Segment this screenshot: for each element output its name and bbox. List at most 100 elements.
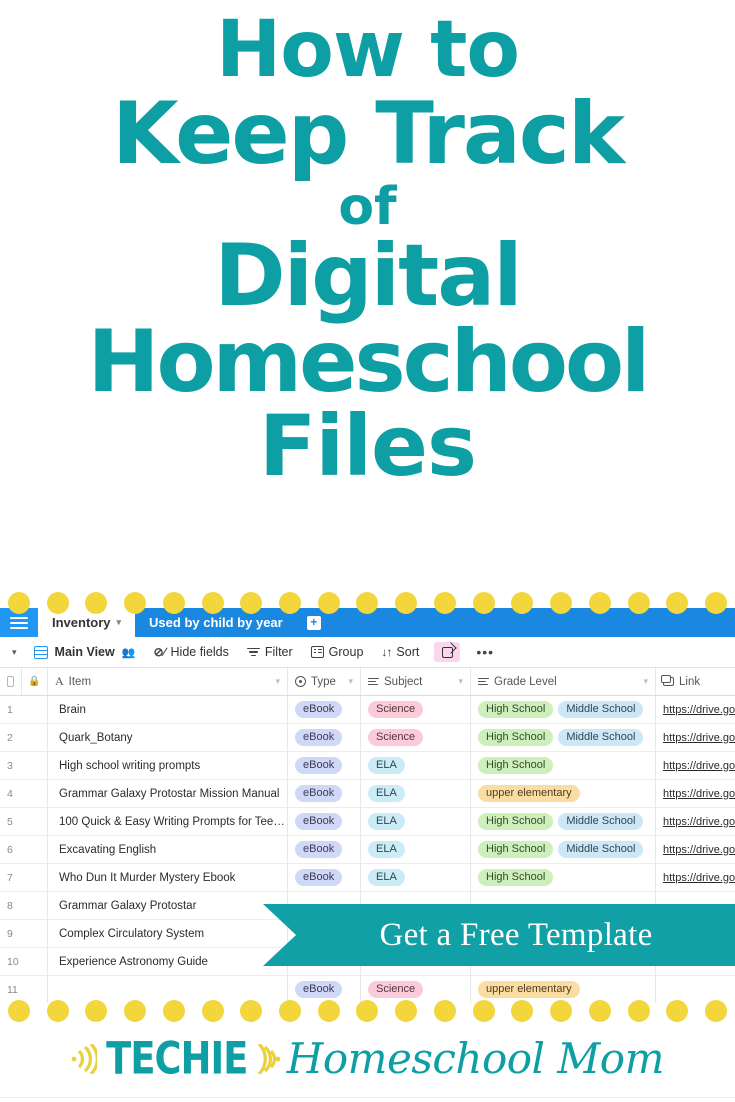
app-tab-bar: Inventory ▾ Used by child by year + [0, 608, 735, 637]
table-row[interactable]: 5 100 Quick & Easy Writing Prompts for Te… [0, 808, 735, 836]
status-badge: eBook [295, 701, 343, 718]
cell-subject[interactable]: ELA [361, 836, 471, 863]
cell-grade-level[interactable]: High School [471, 752, 656, 779]
cell-item[interactable]: Grammar Galaxy Protostar [48, 892, 288, 919]
column-header-link[interactable]: Link [656, 668, 735, 695]
cell-grade-level[interactable]: High School Middle School [471, 836, 656, 863]
drive-link[interactable]: https://drive.googl [663, 816, 735, 828]
cell-item[interactable]: Experience Astronomy Guide [48, 948, 288, 975]
table-row[interactable]: 11 eBook Science upper elementary [0, 976, 735, 1003]
share-view-button[interactable] [434, 642, 461, 662]
cell-subject[interactable]: Science [361, 724, 471, 751]
view-selector[interactable]: Main View 👥 [25, 645, 145, 659]
multi-select-icon [478, 676, 489, 687]
cell-subject[interactable]: ELA [361, 752, 471, 779]
status-badge: upper elementary [478, 785, 580, 802]
table-row[interactable]: 1 Brain eBook Science High School Middle Scho… [0, 696, 735, 724]
cell-link[interactable]: https://drive.googl [656, 752, 735, 779]
cell-link[interactable]: https://drive.googl [656, 696, 735, 723]
chevron-down-icon[interactable]: ▾ [458, 676, 463, 687]
cell-item[interactable]: Excavating English [48, 836, 288, 863]
status-badge: ELA [368, 757, 405, 774]
table-row[interactable]: 3 High school writing prompts eBook ELA High… [0, 752, 735, 780]
group-icon [310, 646, 324, 658]
cell-type[interactable]: eBook [288, 836, 361, 863]
cell-grade-level[interactable]: upper elementary [471, 976, 656, 1003]
cell-link[interactable]: https://drive.googl [656, 780, 735, 807]
chevron-down-icon[interactable]: ▾ [275, 676, 280, 687]
tab-inventory[interactable]: Inventory ▾ [38, 608, 136, 637]
table-row[interactable]: 4 Grammar Galaxy Protostar Mission Manual… [0, 780, 735, 808]
cell-subject[interactable]: Science [361, 976, 471, 1003]
cell-link[interactable] [656, 976, 735, 1003]
cell-item[interactable]: High school writing prompts [48, 752, 288, 779]
cell-type[interactable]: eBook [288, 808, 361, 835]
cell-subject[interactable]: ELA [361, 864, 471, 891]
row-number: 10 [0, 948, 48, 975]
drive-link[interactable]: https://drive.googl [663, 844, 735, 856]
cell-grade-level[interactable]: upper elementary [471, 780, 656, 807]
people-icon: 👥 [121, 646, 136, 659]
group-button[interactable]: Group [302, 645, 373, 659]
cell-item[interactable] [48, 976, 288, 1003]
table-row[interactable]: 7 Who Dun It Murder Mystery Ebook eBook ELA… [0, 864, 735, 892]
cell-subject[interactable]: Science [361, 696, 471, 723]
cell-type[interactable]: eBook [288, 724, 361, 751]
select-all-checkbox[interactable] [0, 668, 22, 695]
cell-grade-level[interactable]: High School [471, 864, 656, 891]
chevron-down-icon[interactable]: ▾ [348, 676, 353, 687]
hamburger-icon[interactable] [0, 608, 38, 637]
column-header-link-label: Link [679, 675, 701, 688]
cell-type[interactable]: eBook [288, 696, 361, 723]
hide-fields-button[interactable]: ⊘∕ Hide fields [144, 645, 237, 659]
cell-item[interactable]: 100 Quick & Easy Writing Prompts for Tee… [48, 808, 288, 835]
tab-used-by-child-by-year[interactable]: Used by child by year [135, 608, 297, 637]
drive-link[interactable]: https://drive.googl [663, 872, 735, 884]
sort-button[interactable]: ↓↑ Sort [372, 645, 428, 659]
cell-item[interactable]: Brain [48, 696, 288, 723]
cell-item[interactable]: Complex Circulatory System [48, 920, 288, 947]
sidebar-collapse-icon[interactable]: ▾ [10, 647, 25, 658]
column-header-subject[interactable]: Subject ▾ [361, 668, 471, 695]
cell-link[interactable]: https://drive.googl [656, 864, 735, 891]
sound-wave-left-icon [71, 1044, 98, 1074]
column-header-type[interactable]: Type ▾ [288, 668, 361, 695]
table-row[interactable]: 2 Quark_Botany eBook Science High School Midd… [0, 724, 735, 752]
cell-type[interactable]: eBook [288, 864, 361, 891]
cell-link[interactable]: https://drive.googl [656, 836, 735, 863]
cell-link[interactable]: https://drive.googl [656, 808, 735, 835]
column-header-grade-level[interactable]: Grade Level ▾ [471, 668, 656, 695]
more-options-button[interactable]: ••• [466, 644, 504, 660]
sort-icon: ↓↑ [381, 645, 392, 659]
status-badge: upper elementary [478, 981, 580, 998]
cell-item[interactable]: Quark_Botany [48, 724, 288, 751]
column-header-item[interactable]: A Item ▾ [48, 668, 288, 695]
cell-grade-level[interactable]: High School Middle School [471, 724, 656, 751]
multi-select-icon [368, 676, 379, 687]
cell-item[interactable]: Grammar Galaxy Protostar Mission Manual [48, 780, 288, 807]
cell-grade-level[interactable]: High School Middle School [471, 808, 656, 835]
techie-homeschool-mom-logo: TECHIE Homeschool Mom [71, 1037, 664, 1081]
drive-link[interactable]: https://drive.googl [663, 788, 735, 800]
cell-item[interactable]: Who Dun It Murder Mystery Ebook [48, 864, 288, 891]
cell-type[interactable]: eBook [288, 752, 361, 779]
cell-subject[interactable]: ELA [361, 780, 471, 807]
row-number: 4 [0, 780, 48, 807]
drive-link[interactable]: https://drive.googl [663, 760, 735, 772]
chevron-down-icon[interactable]: ▾ [643, 676, 648, 687]
cell-type[interactable]: eBook [288, 780, 361, 807]
cell-type[interactable]: eBook [288, 976, 361, 1003]
column-header-grade-level-label: Grade Level [494, 675, 557, 688]
status-badge: eBook [295, 729, 343, 746]
table-row[interactable]: 6 Excavating English eBook ELA High School Mi… [0, 836, 735, 864]
row-number: 9 [0, 920, 48, 947]
status-badge: eBook [295, 813, 343, 830]
filter-button[interactable]: Filter [238, 645, 302, 659]
add-tab-button[interactable]: + [296, 608, 331, 637]
cell-subject[interactable]: ELA [361, 808, 471, 835]
drive-link[interactable]: https://drive.googl [663, 704, 735, 716]
drive-link[interactable]: https://drive.googl [663, 732, 735, 744]
cell-grade-level[interactable]: High School Middle School [471, 696, 656, 723]
cell-link[interactable]: https://drive.googl [656, 724, 735, 751]
cta-banner[interactable]: Get a Free Template [263, 904, 735, 966]
